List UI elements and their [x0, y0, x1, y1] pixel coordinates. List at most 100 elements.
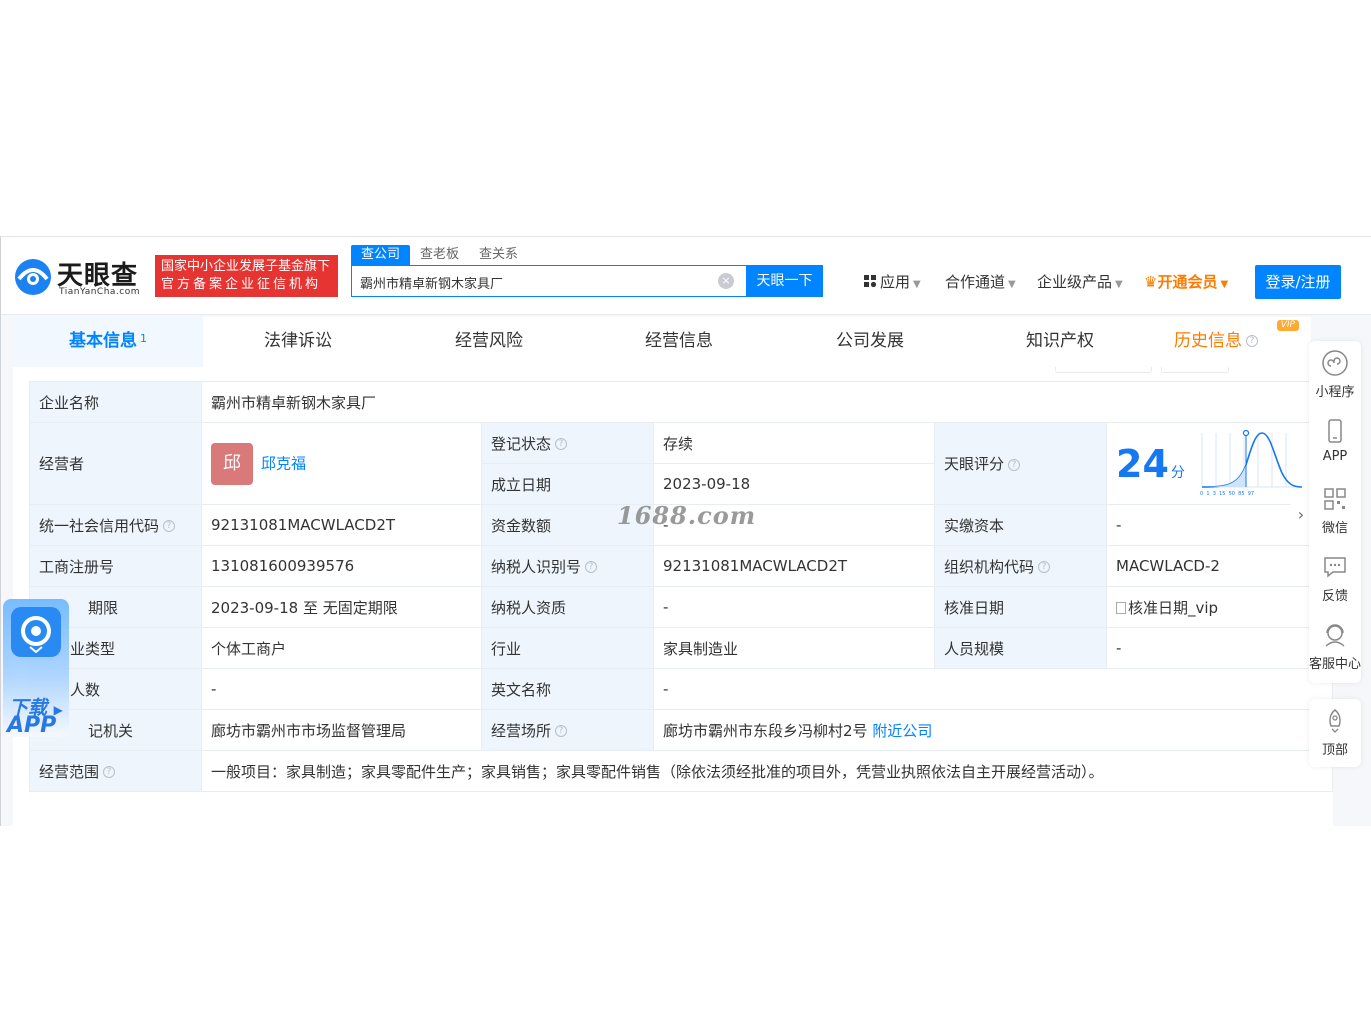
company-name-value: 霸州市精卓新钢木家具厂: [200, 381, 1334, 423]
basic-info-table: 企业名称 霸州市精卓新钢木家具厂 经营者 邱邱克福 登记状态? 存续 天眼评分?…: [29, 381, 1334, 792]
chart-tick-labels: 0 1 3 15 50 85 97: [1200, 491, 1254, 497]
badge-line-2: 官方备案企业征信机构: [161, 277, 322, 292]
chevron-down-icon: ▼: [1008, 279, 1016, 290]
eye-logo-icon: [15, 259, 51, 295]
side-service[interactable]: 客服中心: [1309, 613, 1361, 679]
approval-alt-text: 核准日期_vip: [1128, 598, 1219, 617]
nav-apps[interactable]: 应用 ▼: [864, 271, 921, 292]
help-icon[interactable]: ?: [1246, 335, 1258, 347]
chevron-right-icon[interactable]: ›: [1291, 495, 1311, 535]
operator-link[interactable]: 邱克福: [261, 454, 306, 472]
login-register-button[interactable]: 登录/注册: [1255, 265, 1341, 299]
nav-vip[interactable]: ♛开通会员 ▼: [1144, 271, 1228, 292]
operator-label: 经营者: [29, 422, 202, 505]
help-icon[interactable]: ?: [1038, 561, 1051, 573]
tianyancha-logo[interactable]: 天眼查 TianYanCha.com: [13, 255, 153, 299]
table-row: 经营者 邱邱克福 登记状态? 存续 天眼评分? 24 分: [29, 422, 1334, 505]
help-icon[interactable]: ?: [555, 438, 568, 450]
tab-label: 基本信息: [69, 331, 137, 351]
approval-value: 核准日期_vip: [1105, 586, 1334, 628]
score-label-text: 天眼评分: [944, 455, 1005, 473]
tab-basic-info[interactable]: 基本信息 1: [13, 317, 203, 367]
address-value: 廊坊市霸州市东段乡冯柳村2号 附近公司: [652, 709, 1334, 751]
reg-no-label: 工商注册号: [29, 545, 202, 587]
search-input[interactable]: [360, 272, 710, 292]
table-row: 工商注册号 131081600939576 纳税人识别号? 92131081MA…: [29, 545, 1334, 587]
side-feedback[interactable]: 反馈: [1309, 545, 1361, 611]
company-tabs: 基本信息 1 法律诉讼 经营风险 经营信息 公司发展 知识产权 历史信息? VIP: [13, 317, 1311, 367]
nav-enterprise[interactable]: 企业级产品 ▼: [1037, 271, 1123, 292]
tab-development[interactable]: 公司发展: [775, 317, 965, 367]
scope-label-text: 经营范围: [39, 762, 100, 781]
download-app-float[interactable]: 下载 ▶ APP: [3, 599, 69, 738]
chevron-down-icon: ▼: [1115, 279, 1123, 290]
scope-value: 一般项目：家具制造；家具零配件生产；家具销售；家具零配件销售（除依法须经批准的项…: [200, 750, 1334, 792]
tab-history[interactable]: 历史信息? VIP: [1121, 317, 1311, 367]
rocket-icon: [1329, 709, 1341, 733]
side-miniprogram[interactable]: 小程序: [1309, 341, 1361, 407]
help-icon[interactable]: ?: [555, 725, 568, 737]
staff-label: 人员规模: [934, 627, 1107, 669]
search-button[interactable]: 天眼一下: [746, 265, 823, 297]
authority-value: 廊坊市霸州市市场监督管理局: [201, 709, 482, 751]
approval-label: 核准日期: [934, 586, 1107, 628]
side-label: 客服中心: [1309, 657, 1362, 672]
taxpayer-value: -: [653, 586, 935, 628]
tab-label: 历史信息: [1174, 331, 1242, 351]
nav-vip-label: 开通会员: [1157, 273, 1218, 291]
industry-value: 家具制造业: [653, 627, 935, 669]
tab-operation[interactable]: 经营信息: [584, 317, 774, 367]
credit-code-label-text: 统一社会信用代码: [39, 516, 160, 535]
qrcode-icon: [1324, 488, 1346, 510]
side-label: 小程序: [1315, 385, 1355, 400]
reg-no-value: 131081600939576: [201, 545, 482, 587]
founded-value: 2023-09-18: [653, 463, 935, 505]
avatar: 邱: [211, 442, 253, 485]
credit-code-label: 统一社会信用代码?: [29, 504, 202, 546]
insured-value: -: [201, 668, 482, 710]
search-tab-relation[interactable]: 查关系: [479, 245, 518, 265]
table-row: 业类型 个体工商户 行业 家具制造业 人员规模 -: [29, 627, 1334, 669]
broken-image-icon: [1116, 601, 1126, 614]
nearby-companies-link[interactable]: 附近公司: [872, 722, 932, 740]
org-code-value: MACWLACD-2: [1105, 545, 1334, 587]
help-icon[interactable]: ?: [585, 561, 598, 573]
company-name-label: 企业名称: [29, 381, 202, 423]
feedback-icon: [1324, 557, 1346, 578]
app-window: 天眼查 TianYanCha.com 国家中小企业发展子基金旗下 官方备案企业征…: [0, 236, 1371, 826]
tab-legal[interactable]: 法律诉讼: [203, 317, 393, 367]
staff-value: -: [1105, 627, 1334, 669]
taxpayer-label: 纳税人资质: [481, 586, 654, 628]
back-to-top[interactable]: 顶部: [1309, 699, 1361, 767]
nav-partner[interactable]: 合作通道 ▼: [945, 271, 1016, 292]
operator-cell: 邱邱克福: [201, 422, 482, 505]
search-tab-company[interactable]: 查公司: [351, 245, 411, 265]
term-value: 2023-09-18 至 无固定期限: [201, 586, 482, 628]
top-header: 天眼查 TianYanCha.com 国家中小企业发展子基金旗下 官方备案企业征…: [1, 237, 1371, 315]
reg-status-label-text: 登记状态: [491, 434, 552, 453]
tab-risk[interactable]: 经营风险: [394, 317, 584, 367]
en-name-value: -: [652, 668, 1334, 710]
apps-grid-icon: [864, 275, 877, 288]
right-toolbar: 小程序 APP 微信 反馈 客服中心: [1309, 341, 1361, 683]
logo-subtext: TianYanCha.com: [59, 287, 141, 297]
watermark: 1688.com: [617, 501, 757, 530]
nav-enterprise-label: 企业级产品: [1037, 273, 1113, 291]
reg-status-label: 登记状态?: [481, 422, 654, 464]
tax-id-label: 纳税人识别号?: [481, 545, 654, 587]
side-wechat[interactable]: 微信: [1309, 477, 1361, 543]
help-icon[interactable]: ?: [103, 766, 116, 778]
table-row: 企业名称 霸州市精卓新钢木家具厂: [29, 381, 1334, 423]
nav-partner-label: 合作通道: [945, 273, 1006, 291]
type-value: 个体工商户: [201, 627, 482, 669]
download-app-text: APP: [7, 713, 57, 738]
side-app[interactable]: APP: [1309, 409, 1361, 475]
help-icon[interactable]: ?: [1008, 458, 1021, 471]
score-label: 天眼评分?: [934, 422, 1107, 505]
tax-id-label-text: 纳税人识别号: [491, 557, 582, 576]
help-icon[interactable]: ?: [163, 520, 176, 532]
clear-icon[interactable]: ×: [718, 273, 734, 289]
table-row: 期限 2023-09-18 至 无固定期限 纳税人资质 - 核准日期 核准日期_…: [29, 586, 1334, 628]
search-tab-boss[interactable]: 查老板: [420, 245, 459, 265]
org-code-label: 组织机构代码?: [934, 545, 1107, 587]
